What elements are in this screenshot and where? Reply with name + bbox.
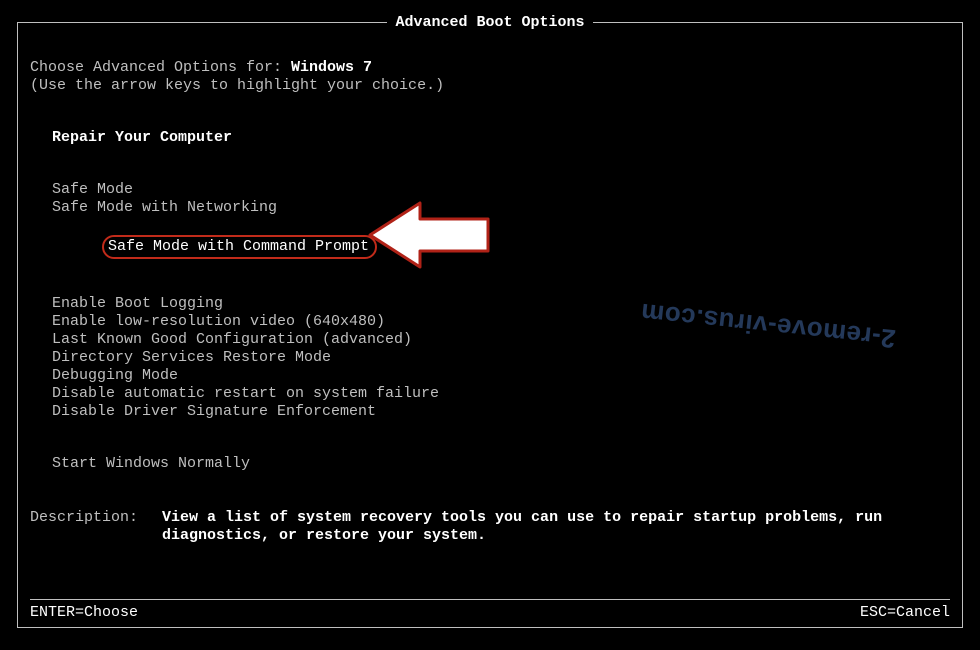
choose-line: Choose Advanced Options for: Windows 7 — [30, 59, 950, 77]
os-name: Windows 7 — [291, 59, 372, 76]
arrow-hint: (Use the arrow keys to highlight your ch… — [30, 77, 950, 95]
menu-disable-driver-signature[interactable]: Disable Driver Signature Enforcement — [30, 403, 950, 421]
menu-safe-mode-command-prompt-row: Safe Mode with Command Prompt — [30, 217, 950, 277]
description-text: View a list of system recovery tools you… — [162, 509, 950, 545]
description-row: Description: View a list of system recov… — [30, 509, 950, 545]
boot-options-screen: Advanced Boot Options Choose Advanced Op… — [17, 22, 963, 628]
footer-bar: ENTER=Choose ESC=Cancel — [30, 599, 950, 621]
footer-enter: ENTER=Choose — [30, 604, 138, 621]
content-area: Choose Advanced Options for: Windows 7 (… — [30, 59, 950, 545]
menu-disable-auto-restart[interactable]: Disable automatic restart on system fail… — [30, 385, 950, 403]
menu-safe-mode[interactable]: Safe Mode — [30, 181, 950, 199]
menu-low-resolution-video[interactable]: Enable low-resolution video (640x480) — [30, 313, 950, 331]
menu-last-known-good-config[interactable]: Last Known Good Configuration (advanced) — [30, 331, 950, 349]
menu-safe-mode-command-prompt[interactable]: Safe Mode with Command Prompt — [102, 235, 377, 259]
footer-esc: ESC=Cancel — [860, 604, 950, 621]
choose-prefix: Choose Advanced Options for: — [30, 59, 291, 76]
menu-repair-your-computer[interactable]: Repair Your Computer — [30, 129, 950, 147]
menu-debugging-mode[interactable]: Debugging Mode — [30, 367, 950, 385]
screen-title: Advanced Boot Options — [18, 14, 962, 31]
menu-enable-boot-logging[interactable]: Enable Boot Logging — [30, 295, 950, 313]
description-label: Description: — [30, 509, 162, 545]
menu-safe-mode-networking[interactable]: Safe Mode with Networking — [30, 199, 950, 217]
menu-start-windows-normally[interactable]: Start Windows Normally — [30, 455, 950, 473]
title-text: Advanced Boot Options — [387, 14, 592, 31]
menu-directory-services-restore[interactable]: Directory Services Restore Mode — [30, 349, 950, 367]
